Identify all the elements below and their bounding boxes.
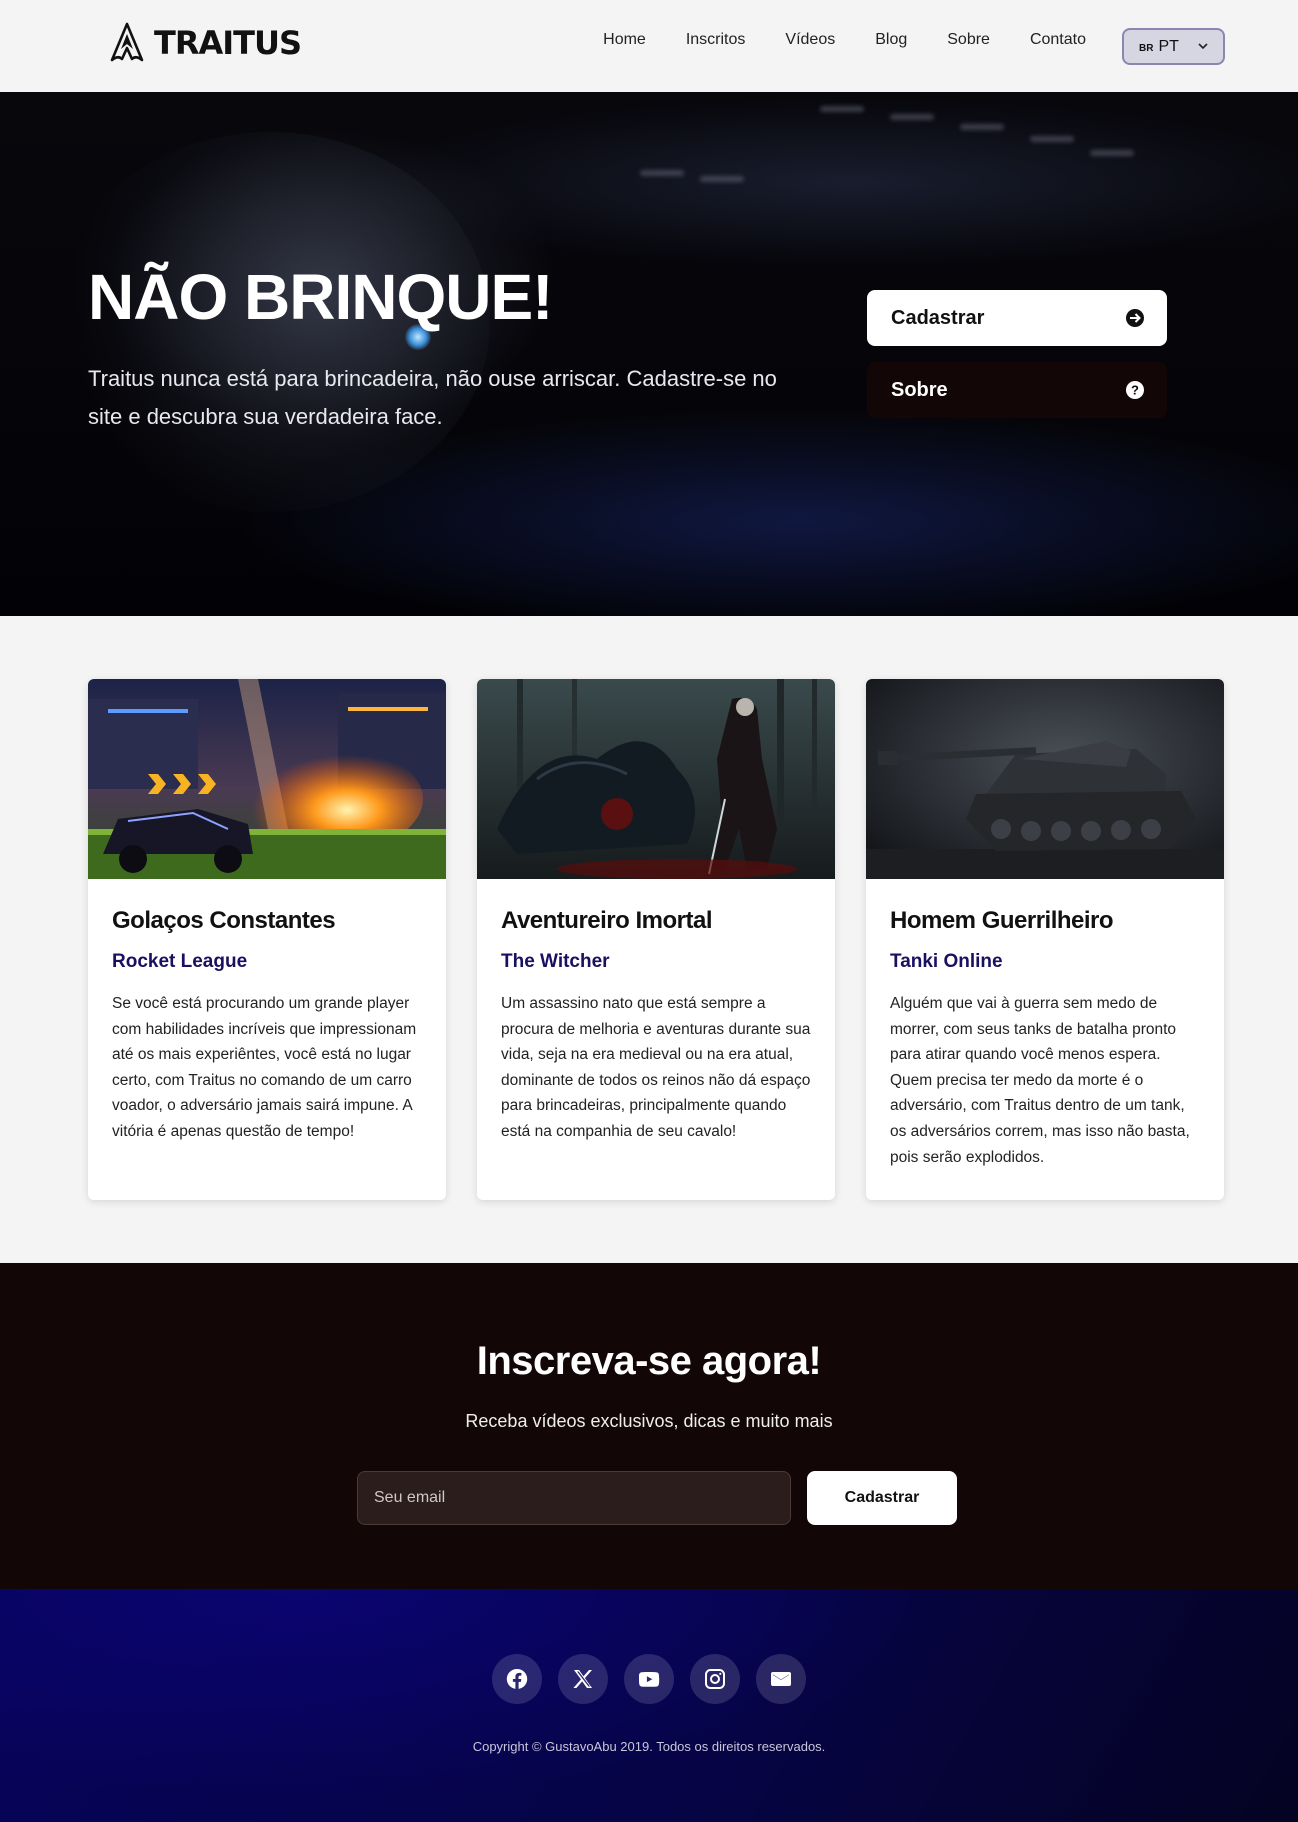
language-flag: BR [1139,42,1154,54]
subscribe-text: Receba vídeos exclusivos, dicas e muito … [465,1411,833,1431]
email-link[interactable] [756,1654,806,1704]
subscribe-section: Inscreva-se agora! Receba vídeos exclusi… [0,1263,1298,1589]
youtube-link[interactable] [624,1654,674,1704]
cards-section: Golaços Constantes Rocket League Se você… [88,679,1226,1200]
question-circle-icon: ? [1126,381,1144,399]
nav-link-blog[interactable]: Blog [875,31,907,49]
hero-title: NÃO BRINQUE! [88,261,553,333]
card-rocket-league: Golaços Constantes Rocket League Se você… [88,679,446,1200]
hero-cadastrar-label: Cadastrar [891,306,985,329]
language-code: PT [1158,37,1179,55]
card-the-witcher: Aventureiro Imortal The Witcher Um assas… [477,679,835,1200]
nav-link-sobre[interactable]: Sobre [947,31,990,49]
hero-cadastrar-button[interactable]: Cadastrar [867,290,1167,346]
hero-section: NÃO BRINQUE! Traitus nunca está para bri… [0,92,1298,616]
subscribe-button[interactable]: Cadastrar [807,1471,957,1525]
card-description: Se você está procurando um grande player… [112,995,417,1140]
tank-image [866,679,1224,879]
card-description: Um assassino nato que está sempre a proc… [501,995,811,1140]
facebook-icon [506,1668,528,1689]
subscribe-title: Inscreva-se agora! [476,1339,822,1383]
card-tanki-online: Homem Guerrilheiro Tanki Online Alguém q… [866,679,1224,1200]
nav-link-videos[interactable]: Vídeos [785,31,835,49]
hero-description: Traitus nunca está para brincadeira, não… [88,366,777,429]
social-links [0,1654,1298,1704]
email-icon [771,1672,791,1686]
copyright-text: Copyright © GustavoAbu 2019. Todos os di… [472,1739,826,1754]
chevron-down-icon [1198,43,1208,50]
assassin-symbol-icon [110,22,144,62]
card-title: Homem Guerrilheiro [890,907,1114,934]
instagram-link[interactable] [690,1654,740,1704]
x-link[interactable] [558,1654,608,1704]
card-title: Golaços Constantes [112,907,336,934]
card-game-name: The Witcher [501,951,610,972]
email-field[interactable] [357,1471,791,1525]
card-description: Alguém que vai à guerra sem medo de morr… [890,995,1190,1166]
card-title: Aventureiro Imortal [501,907,713,934]
brand-logo[interactable]: TRAITUS [108,22,302,64]
instagram-icon [705,1669,725,1689]
arrow-right-circle-icon [1126,309,1144,327]
x-icon [573,1670,592,1688]
card-game-name: Rocket League [112,951,248,972]
card-game-name: Tanki Online [890,951,1003,972]
language-select[interactable]: BR PT [1122,28,1225,65]
youtube-icon [639,1672,660,1687]
hero-stadium-lights [620,100,1240,182]
hero-sobre-label: Sobre [891,378,948,401]
rocket-league-image [88,679,446,879]
footer: Copyright © GustavoAbu 2019. Todos os di… [0,1589,1298,1822]
nav-link-contato[interactable]: Contato [1030,31,1086,49]
brand-name: TRAITUS [154,24,302,62]
navbar: TRAITUS Home Inscritos Vídeos Blog Sobre… [0,0,1298,92]
witcher-image [477,679,835,879]
facebook-link[interactable] [492,1654,542,1704]
hero-sobre-button[interactable]: Sobre ? [867,362,1167,418]
nav-menu: Home Inscritos Vídeos Blog Sobre Contato [603,31,1086,49]
nav-link-home[interactable]: Home [603,31,646,49]
nav-link-inscritos[interactable]: Inscritos [686,31,746,49]
svg-text:?: ? [1131,383,1139,398]
